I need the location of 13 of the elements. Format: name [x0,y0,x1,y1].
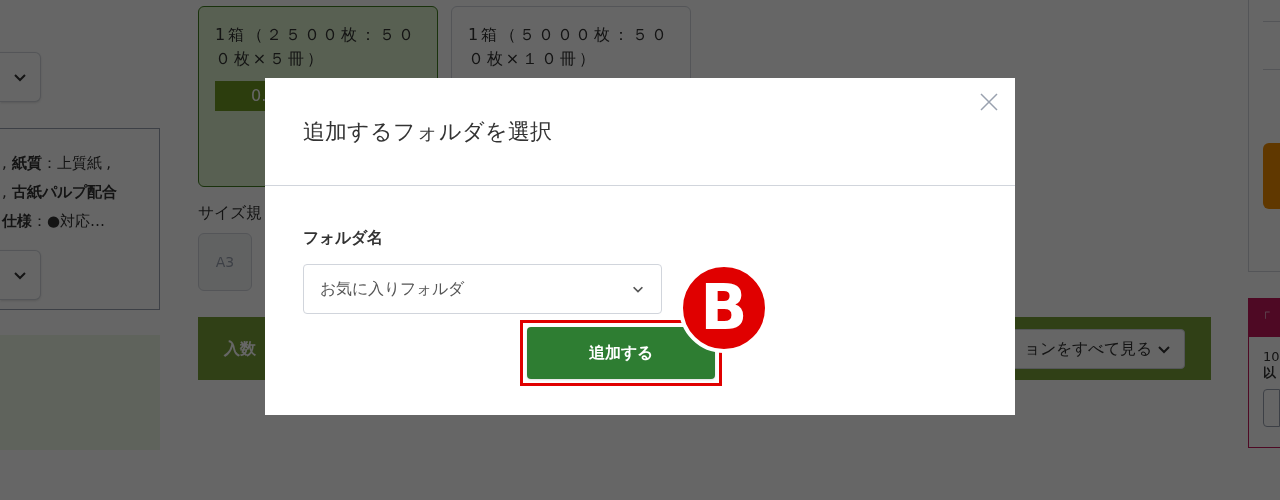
size-heading: サイズ規 [198,202,263,224]
select-value: お気に入りフォルダ [320,278,464,300]
spec-text: 仕様：●対応… [0,211,107,232]
price-text: 0. [251,85,267,107]
campaign-text: 以 [1262,365,1277,381]
quantity-label: 入数 [224,337,256,360]
variant-label: 1箱（５０００枚：５００枚×１０冊） [468,24,671,70]
spec-text: , 古紙パルプ配合 [1,182,118,203]
field-label: フォルダ名 [303,227,384,249]
spec-text: , 紙質：上質紙 , [1,153,113,174]
variant-label: 1箱（２５００枚：５００枚×５冊） [215,24,418,70]
campaign-text: 10 [1262,349,1280,365]
campaign-heading: 「 [1257,308,1271,328]
